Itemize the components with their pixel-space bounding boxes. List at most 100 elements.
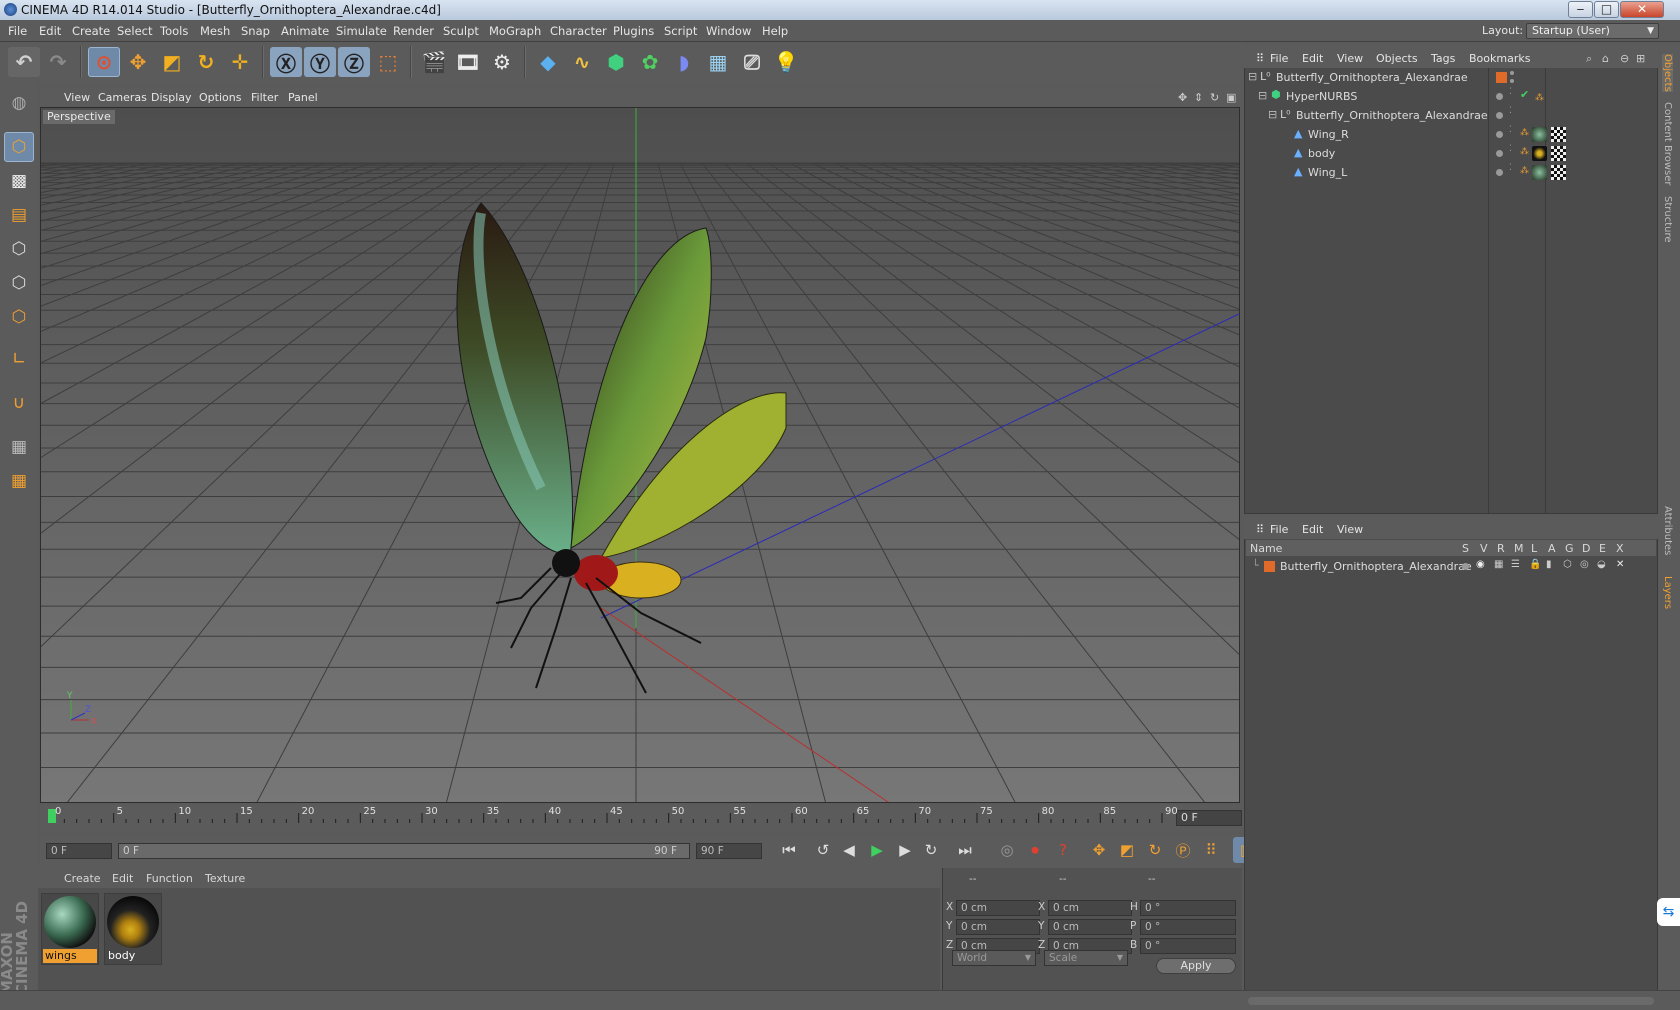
phong-tag-icon[interactable]: ⁂ [1535,93,1544,103]
object-row[interactable]: ⊟ ⬢ HyperNURBS ⁚ ✔ ⁂ [1246,87,1656,106]
object-menu-tags[interactable]: Tags [1431,52,1455,65]
x-axis-icon[interactable]: Ⓧ [270,47,302,77]
expressions-icon[interactable]: ◒ [1597,559,1606,570]
light-icon[interactable]: 💡 [770,47,802,77]
uvw-tag-icon[interactable] [1551,165,1566,180]
next-key-icon[interactable]: ↻ [917,837,945,863]
layer-col-e[interactable]: E [1599,542,1606,555]
end-frame-field[interactable]: 90 F [696,843,762,859]
visibility-dot[interactable] [1496,131,1503,138]
coord-system-select[interactable]: World ▼ [952,950,1036,966]
deformer-icon[interactable]: ◗ [668,47,700,77]
menu-create[interactable]: Create [72,24,110,38]
axis-mode-icon[interactable]: ∟ [4,344,34,374]
menu-character[interactable]: Character [550,24,607,38]
previous-frame-icon[interactable]: ◀ [835,837,863,863]
model-mode-icon[interactable]: ⬡ [4,132,34,162]
viewport-maximize-icon[interactable]: ▣ [1226,91,1236,104]
go-to-end-icon[interactable]: ⏭ [951,837,979,863]
coordinate-system-icon[interactable]: ⬚ [372,47,404,77]
phong-tag-icon[interactable]: ⁂ [1520,147,1529,157]
next-frame-icon[interactable]: ▶ [891,837,919,863]
current-frame-field[interactable]: 0 F [1176,810,1242,826]
menu-edit[interactable]: Edit [39,24,61,38]
animation-icon[interactable]: ▮ [1546,559,1552,570]
polygons-mode-icon[interactable]: ⬡ [4,302,34,332]
deformers-icon[interactable]: ◎ [1580,559,1589,570]
layout-select[interactable]: Startup (User) ▼ [1526,23,1659,39]
phong-tag-icon[interactable]: ⁂ [1520,128,1529,138]
add-icon[interactable]: ✛ [224,47,256,77]
layer-col-v[interactable]: V [1480,542,1488,555]
generators-icon[interactable]: ⬡ [1563,559,1572,570]
viewport-move-icon[interactable]: ✥ [1178,91,1187,104]
camera-icon[interactable]: ⎚ [736,47,768,77]
material-tag-body[interactable] [1532,146,1547,161]
menu-snap[interactable]: Snap [241,24,270,38]
render-icon[interactable]: ▦ [1494,559,1503,570]
size-field[interactable]: 0 cm [1048,919,1132,935]
search-icon[interactable]: ⌕ [1586,52,1592,66]
visibility-dots-icon[interactable]: ⁚ [1509,106,1512,116]
object-row[interactable]: ▲ body ⁚ ⁂ [1246,144,1656,163]
keyframe-selection-icon[interactable]: ? [1049,837,1077,863]
material-menu-function[interactable]: Function [146,872,193,885]
workplane-lock-icon[interactable]: ▦ [4,432,34,462]
y-axis-icon[interactable]: Ⓨ [304,47,336,77]
tab-structure[interactable]: Structure [1662,196,1673,243]
key-rotation-icon[interactable]: ↻ [1141,837,1169,863]
viewport-menu-view[interactable]: View [64,91,90,104]
eye-icon[interactable]: ◉ [1476,559,1485,570]
horizontal-scrollbar[interactable] [1248,997,1654,1005]
autokey-icon[interactable]: ⏺ [1021,837,1049,863]
visibility-editor-dot[interactable] [1510,71,1514,75]
move-icon[interactable]: ✥ [122,47,154,77]
size-field[interactable]: 0 cm [1048,900,1132,916]
spline-icon[interactable]: ∿ [566,47,598,77]
points-mode-icon[interactable]: ⬡ [4,234,34,264]
floor-icon[interactable]: ▦ [702,47,734,77]
layer-color-swatch[interactable] [1496,72,1507,83]
visibility-dots-icon[interactable]: ⁚ [1509,144,1512,154]
object-menu-file[interactable]: File [1270,52,1288,65]
nurbs-icon[interactable]: ⬢ [600,47,632,77]
material-tag-wings[interactable] [1532,165,1547,180]
menu-mesh[interactable]: Mesh [200,24,230,38]
material-body[interactable]: body [104,893,162,965]
visibility-dots-icon[interactable]: ⁚ [1509,87,1512,97]
home-icon[interactable]: ⌂ [1602,52,1609,65]
key-scale-icon[interactable]: ◩ [1113,837,1141,863]
layer-menu-edit[interactable]: Edit [1302,523,1323,536]
menu-window[interactable]: Window [706,24,751,38]
position-field[interactable]: 0 cm [956,900,1040,916]
viewport-menu-panel[interactable]: Panel [288,91,318,104]
menu-select[interactable]: Select [117,24,152,38]
layer-col-s[interactable]: S [1462,542,1469,555]
z-axis-icon[interactable]: Ⓩ [338,47,370,77]
material-tag-wings[interactable] [1532,127,1547,142]
visibility-dots-icon[interactable]: ⁚ [1509,163,1512,173]
render-view-icon[interactable]: 🎬 [418,47,450,77]
object-menu-objects[interactable]: Objects [1376,52,1418,65]
uvw-tag-icon[interactable] [1551,127,1566,142]
menu-render[interactable]: Render [393,24,434,38]
rotation-field[interactable]: 0 ° [1140,919,1236,935]
workplane-icon[interactable]: ▤ [4,200,34,230]
object-row[interactable]: ▲ Wing_L ⁚ ⁂ [1246,163,1656,182]
uvw-tag-icon[interactable] [1551,146,1566,161]
render-picture-viewer-icon[interactable]: 🎞 [452,47,484,77]
object-row[interactable]: ⊟ L⁰ Butterfly_Ornithoptera_Alexandrae [1246,68,1656,87]
maximize-button[interactable]: □ [1594,1,1619,18]
viewport-menu-display[interactable]: Display [151,91,192,104]
go-to-start-icon[interactable]: ⏮ [775,837,803,863]
viewport-zoom-icon[interactable]: ⇕ [1194,91,1203,104]
enabled-check-icon[interactable]: ✔ [1520,88,1529,101]
key-position-icon[interactable]: ✥ [1085,837,1113,863]
material-wings[interactable]: wings [41,893,99,965]
render-settings-icon[interactable]: ⚙ [486,47,518,77]
visibility-dot[interactable] [1496,169,1503,176]
rotate-icon[interactable]: ↻ [190,47,222,77]
folder-icon[interactable]: ⊖ [1620,52,1629,65]
menu-animate[interactable]: Animate [281,24,329,38]
rotation-field[interactable]: 0 ° [1140,900,1236,916]
